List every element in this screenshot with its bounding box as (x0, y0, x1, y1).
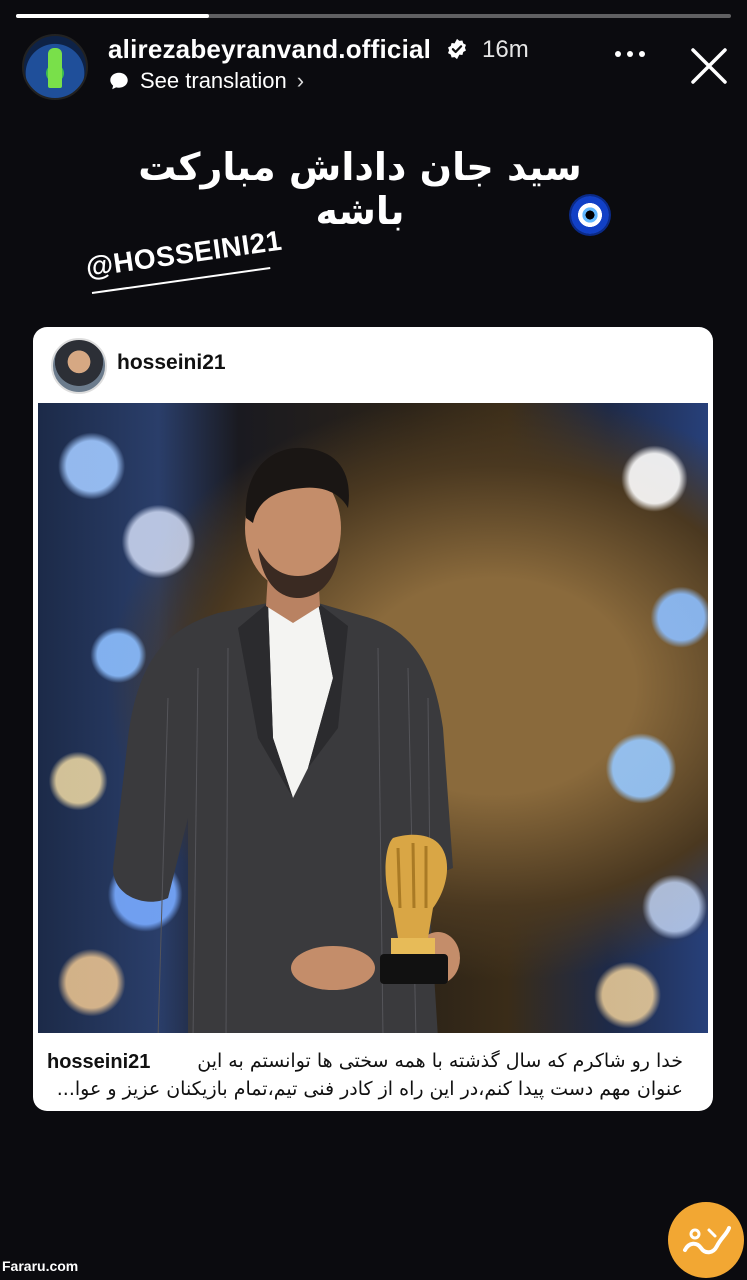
see-translation-button[interactable]: See translation › (108, 68, 304, 94)
mention-sticker[interactable]: @HOSSEINI21 (84, 225, 284, 284)
caption-line-1: خدا رو شاکرم که سال گذشته با همه سختی ها… (197, 1050, 683, 1072)
story-header: alirezabeyranvand.official 16m See trans… (22, 32, 732, 100)
nazar-amulet-emoji (571, 196, 609, 234)
story-caption: سید جان داداش مبارکت باشه (138, 145, 582, 233)
shared-post-card[interactable]: hosseini21 hosseini21 خدا رو شاکرم که سا… (33, 327, 713, 1111)
post-time: 16m (482, 36, 529, 63)
story-progress-bar (16, 14, 731, 18)
shared-post-photo (38, 403, 708, 1033)
caption-line-2: عنوان مهم دست پیدا کنم،در این راه از کاد… (56, 1078, 683, 1100)
shared-post-username: hosseini21 (117, 351, 226, 374)
speech-bubble-icon (110, 72, 128, 90)
more-dots-icon (615, 51, 621, 57)
fararu-logo-icon (683, 1226, 731, 1255)
close-icon[interactable] (687, 44, 731, 88)
caption-body: خدا رو شاکرم که سال گذشته با همه سختی ها… (47, 1047, 683, 1103)
chevron-right-icon: › (296, 68, 305, 93)
account-avatar[interactable] (22, 34, 88, 100)
verified-badge-icon (448, 38, 466, 60)
shared-post-header: hosseini21 (33, 327, 713, 403)
site-watermark: Fararu.com (2, 1258, 79, 1274)
fararu-logo (668, 1202, 744, 1278)
more-options-button[interactable] (615, 44, 649, 64)
shared-post-caption: hosseini21 خدا رو شاکرم که سال گذشته با … (33, 1033, 713, 1111)
shared-post-avatar (51, 338, 107, 394)
account-username[interactable]: alirezabeyranvand.official (108, 34, 431, 65)
player-with-trophy-image (113, 447, 460, 1033)
see-translation-label: See translation (140, 68, 287, 93)
story-progress-fill (16, 14, 210, 18)
